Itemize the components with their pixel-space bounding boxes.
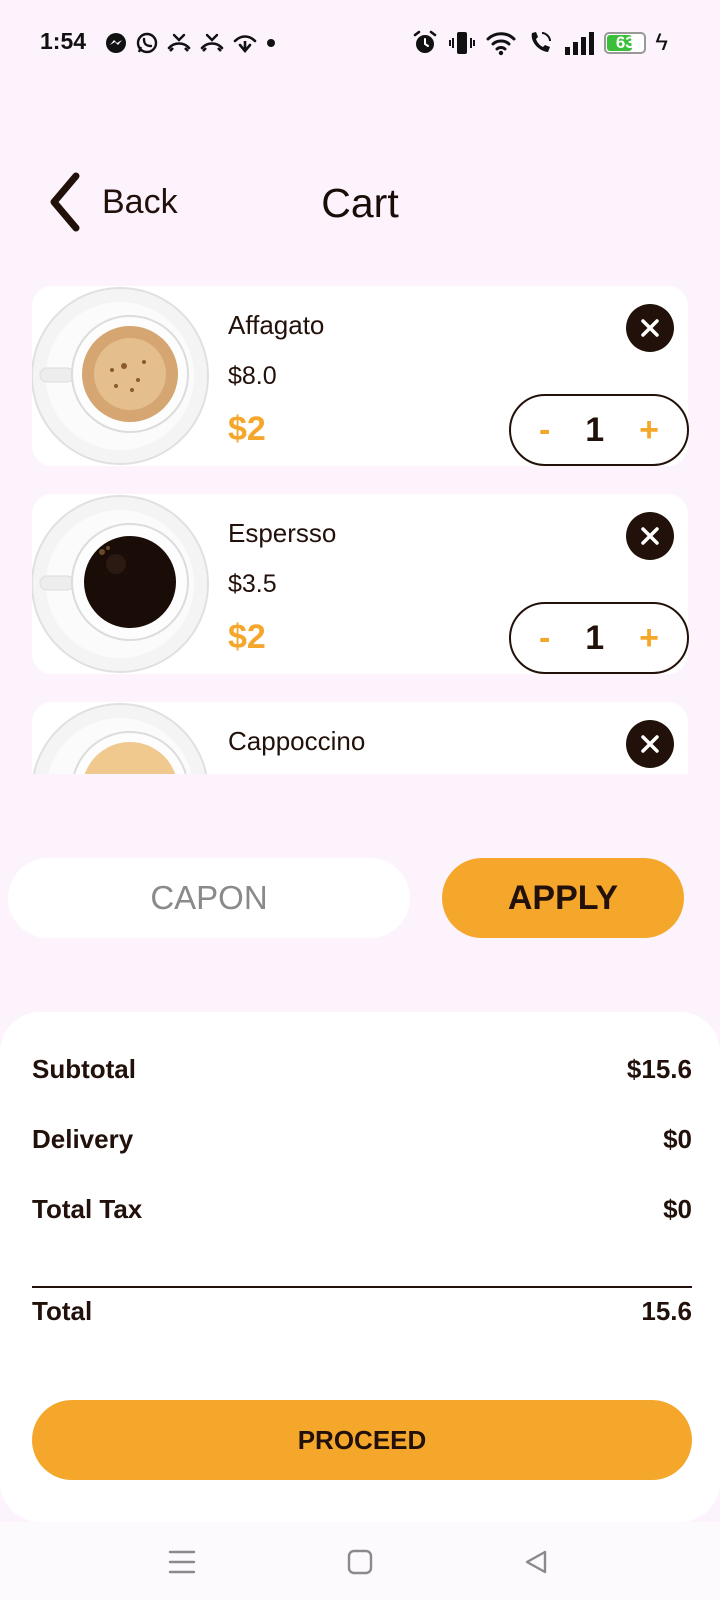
wifi-calling-icon (233, 35, 257, 54)
messenger-icon (106, 33, 126, 53)
cart-item: Espersso $3.5 $2 - 1 + (32, 494, 689, 674)
home-button[interactable] (340, 1542, 380, 1582)
battery-level: 63 (615, 33, 635, 52)
back-nav-icon (525, 1550, 547, 1574)
quantity-value: 1 (585, 411, 605, 449)
total-value: 15.6 (641, 1296, 692, 1326)
item-name: Espersso (228, 518, 337, 548)
system-icons: 63 ϟ (411, 26, 668, 60)
remove-item-button[interactable] (626, 304, 674, 352)
decrement-button[interactable]: - (539, 413, 550, 447)
remove-item-button[interactable] (626, 512, 674, 560)
decrement-button[interactable]: - (539, 621, 550, 655)
tax-value: $0 (663, 1194, 692, 1224)
charging-icon: ϟ (655, 29, 668, 56)
cart-item: Cappoccino (32, 702, 688, 774)
cart-item: Affagato $8.0 $2 - 1 + (32, 286, 689, 466)
item-discount: $2 (228, 618, 266, 656)
item-price: $8.0 (228, 362, 277, 390)
apply-button[interactable]: APPLY (442, 858, 684, 938)
subtotal-row: Subtotal $15.6 (32, 1054, 692, 1085)
item-name: Affagato (228, 310, 325, 340)
quantity-stepper: - 1 + (509, 394, 689, 466)
order-summary: Subtotal $15.6 Delivery $0 Total Tax $0 … (0, 1012, 720, 1522)
total-label: Total (32, 1296, 93, 1326)
summary-divider (32, 1286, 692, 1288)
proceed-button[interactable]: PROCEED (32, 1400, 692, 1480)
delivery-value: $0 (663, 1124, 692, 1154)
alarm-icon (413, 30, 437, 53)
back-nav-button[interactable] (516, 1542, 556, 1582)
close-icon (641, 735, 659, 753)
status-bar: 1:54 63 ϟ (0, 0, 720, 86)
item-name: Cappoccino (228, 726, 366, 756)
remove-item-button[interactable] (626, 720, 674, 768)
notification-icons (104, 28, 277, 58)
coupon-input[interactable] (8, 858, 410, 938)
battery-icon: 63 (604, 32, 647, 54)
espresso-cup-image (32, 495, 209, 673)
whatsapp-icon (136, 32, 158, 54)
delivery-row: Delivery $0 (32, 1124, 692, 1155)
tax-row: Total Tax $0 (32, 1194, 692, 1225)
total-row: Total 15.6 (32, 1296, 692, 1327)
page-title: Cart (321, 180, 399, 226)
item-price: $3.5 (228, 570, 277, 598)
dot-icon (267, 39, 275, 47)
home-icon (347, 1549, 373, 1575)
quantity-stepper: - 1 + (509, 602, 689, 674)
latte-cup-image (32, 287, 209, 465)
close-icon (641, 319, 659, 337)
item-discount: $2 (228, 410, 266, 448)
status-time: 1:54 (40, 28, 87, 54)
wifi-icon (486, 32, 516, 56)
subtotal-label: Subtotal (32, 1054, 136, 1084)
quantity-value: 1 (585, 619, 605, 657)
delivery-label: Delivery (32, 1124, 134, 1154)
missed-call-icon (167, 33, 191, 52)
close-icon (641, 527, 659, 545)
wifi-call-icon (531, 32, 552, 52)
increment-button[interactable]: + (639, 413, 659, 447)
cappuccino-cup-image (32, 703, 208, 774)
vibrate-icon (449, 32, 476, 54)
tax-label: Total Tax (32, 1194, 143, 1224)
subtotal-value: $15.6 (626, 1054, 692, 1084)
navigation-bar (0, 1522, 720, 1600)
menu-icon (168, 1550, 196, 1574)
recent-apps-button[interactable] (162, 1542, 202, 1582)
missed-call-icon (200, 33, 224, 52)
signal-icon (565, 32, 595, 55)
cart-list[interactable]: Affagato $8.0 $2 - 1 + Espersso $3.5 $2 (32, 286, 692, 774)
increment-button[interactable]: + (639, 621, 659, 655)
